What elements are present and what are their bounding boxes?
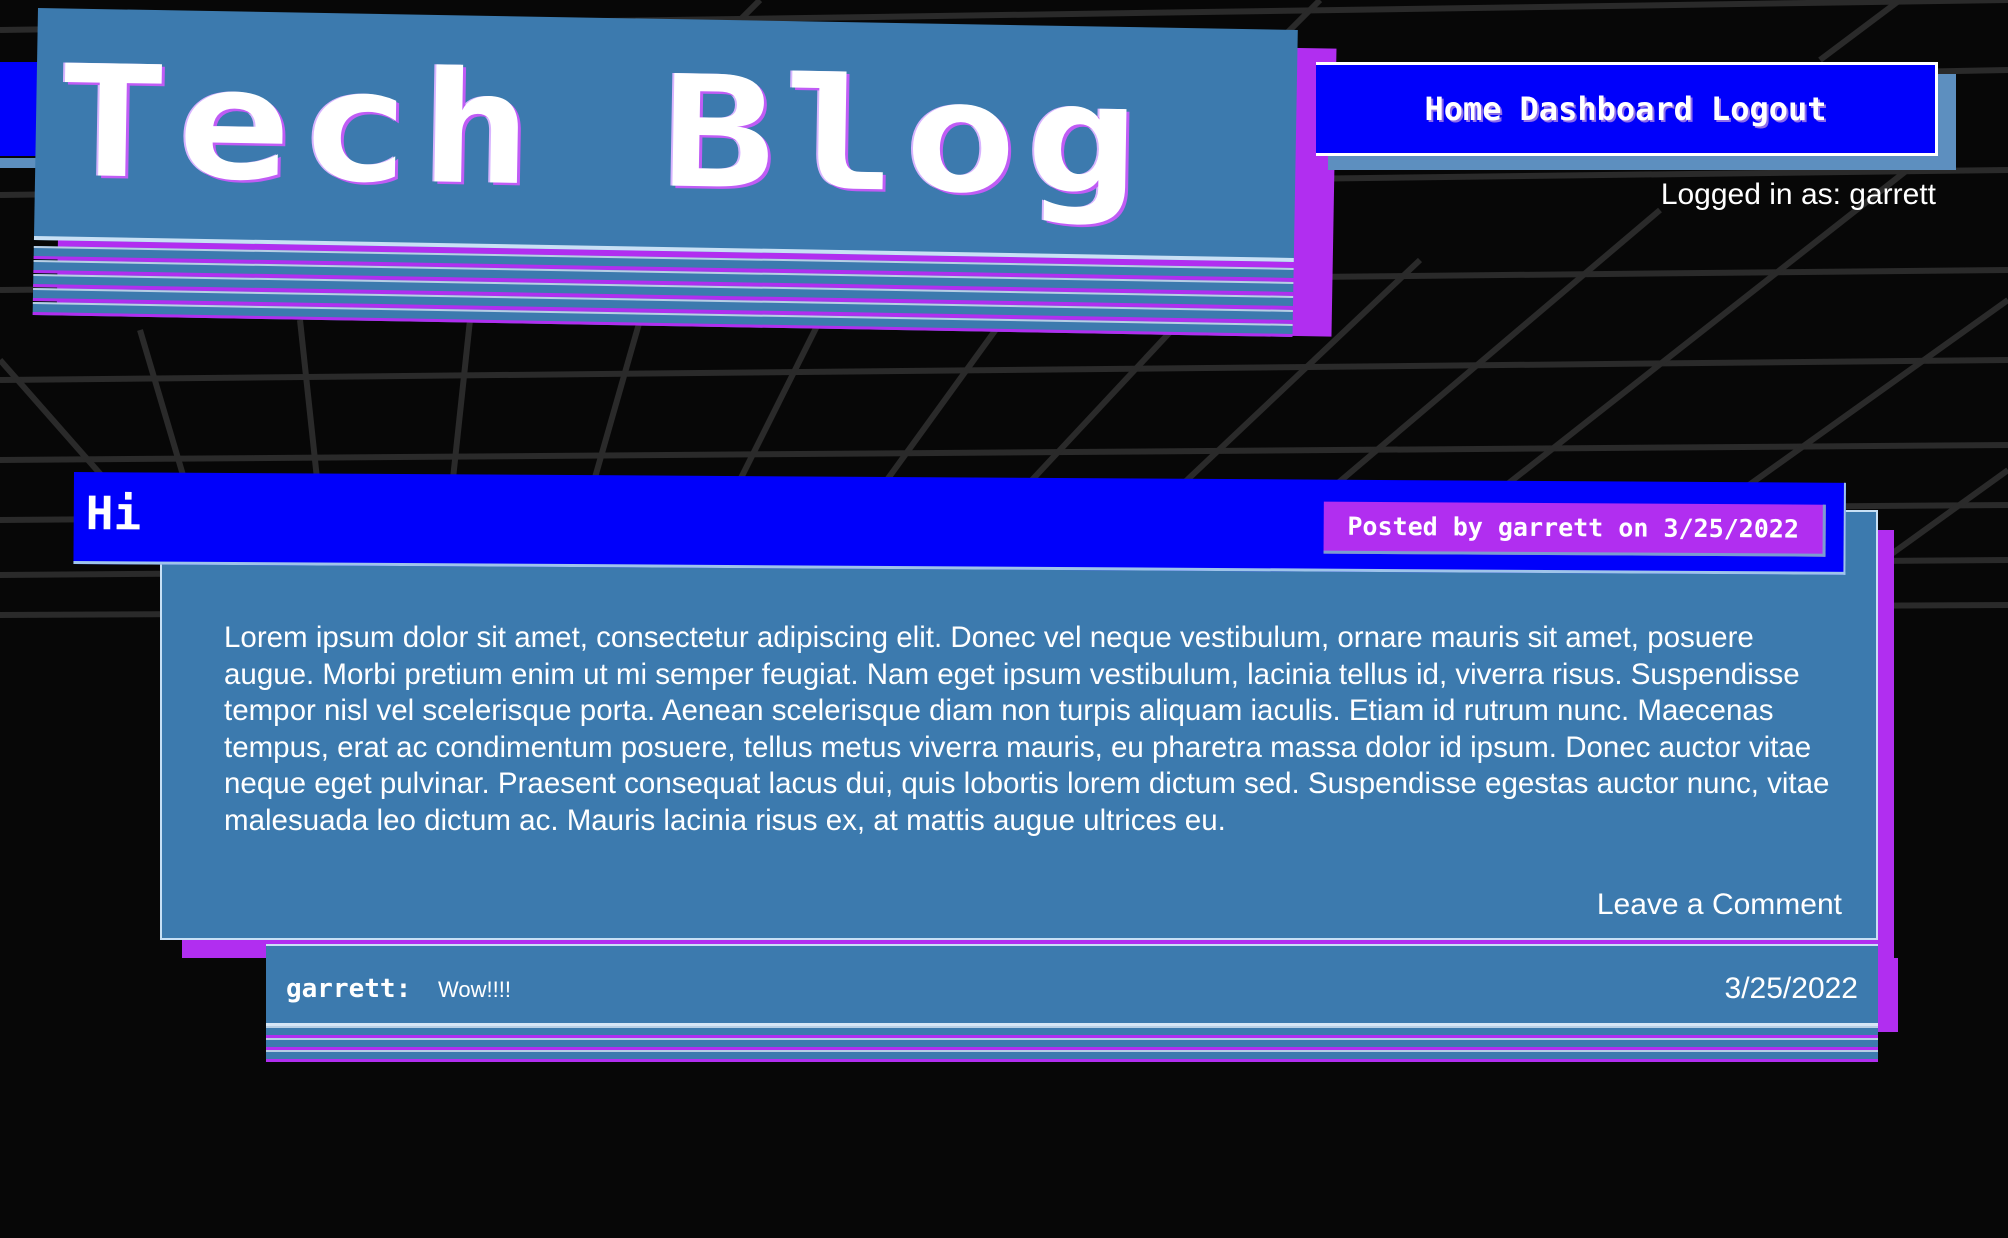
post-header: Hi Posted by garrett on 3/25/2022 [73,472,1846,575]
nav-home-link[interactable]: Home [1424,90,1501,128]
logged-in-status: Logged in as: garrett [1660,178,1936,211]
nav-dashboard-link[interactable]: Dashboard [1520,90,1693,128]
nav-bar-box: Home Dashboard Logout [1316,62,1938,156]
nav-bar: Home Dashboard Logout [1316,62,1956,170]
comment-stack-layer [266,1026,1878,1038]
site-title[interactable]: Tech Blog [54,32,1148,231]
site-header-banner: Tech Blog [32,8,1337,360]
post-meta-badge: Posted by garrett on 3/25/2022 [1323,501,1826,557]
post-card: Lorem ipsum dolor sit amet, consectetur … [160,510,1878,940]
nav-logout-link[interactable]: Logout [1711,90,1827,128]
site-header-main: Tech Blog [33,8,1298,262]
comment-date: 3/25/2022 [1724,972,1858,1005]
leave-comment-link[interactable]: Leave a Comment [1597,888,1842,922]
post-content: Lorem ipsum dolor sit amet, consectetur … [224,621,1830,837]
comment-author: garrett: [286,974,412,1004]
comment-stack-layer [266,1050,1878,1062]
comment-stack-layer [266,1038,1878,1050]
comment-text: Wow!!!! [438,977,511,1002]
page: Tech Blog Home Dashboard Logout Logged i… [0,0,2008,1238]
comment-item: garrett: Wow!!!! 3/25/2022 [266,944,1878,1026]
post-title: Hi [85,486,142,541]
